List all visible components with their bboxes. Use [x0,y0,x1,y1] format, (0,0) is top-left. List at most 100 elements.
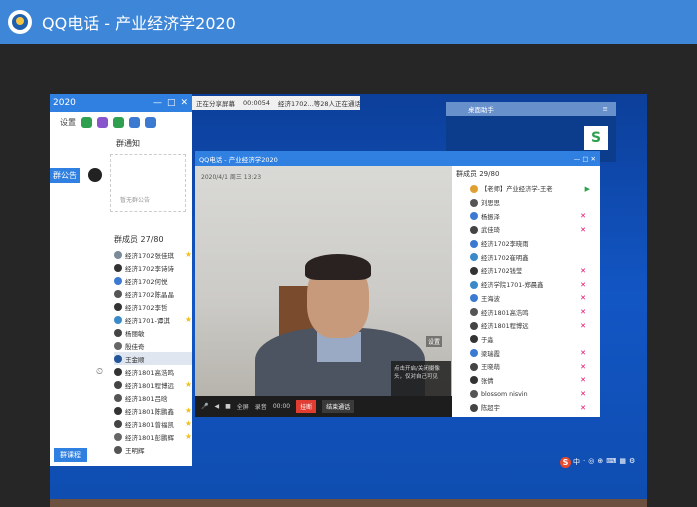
list-item[interactable]: 经济1702陈晶晶 [114,287,192,300]
list-item[interactable]: 殷佳奇 [114,339,192,352]
mic-muted-icon[interactable]: ✕ [580,376,586,384]
video-icon[interactable] [97,116,108,128]
list-item[interactable]: 陈超宇 ✕ [452,401,600,415]
share-info: 经济1702...等28人正在通话 [278,100,360,108]
member-name: 王海波 [481,295,500,303]
list-item[interactable]: 张倩 ✕ [452,374,600,388]
list-item[interactable]: 经济1702钱莹 ✕ [452,264,600,278]
list-item[interactable]: 王明辉 [114,443,192,456]
end-call-button[interactable]: 结束通话 [322,400,355,413]
avatar [114,263,122,272]
minimize-icon[interactable]: — [153,98,162,108]
maximize-icon[interactable]: □ [167,98,176,108]
group-course-button[interactable]: 群课程 [54,448,87,462]
settings-label[interactable]: 设置 [60,117,76,128]
video-timestamp: 2020/4/1 周三 13:23 [201,174,262,181]
hangup-button[interactable]: 挂断 [296,400,317,413]
shared-screen-area: 2020 — □ ✕ 设置 群通知 暂无群公告 群公告 群成员 27/80 经济… [0,44,697,507]
mic-muted-icon[interactable]: ✕ [580,267,586,275]
avatar [470,225,478,234]
app-icon[interactable] [129,116,140,128]
list-item[interactable]: 王金顺 [114,352,192,365]
member-name: 王明辉 [125,446,145,455]
mic-icon[interactable]: 🎤 [201,403,208,410]
list-item[interactable]: 经济1801高浩鸣 [114,365,192,378]
tray-icon[interactable]: 中 [573,457,580,467]
call-member-list: 【老师】产业经济学-王老 ▶ 刘思思 杨振泽 ✕ 武佳琦 ✕ 经济1702李晓雨 经济1702崔… [452,182,600,415]
list-item[interactable]: 经济1801陈鹏鑫 ★ [114,404,192,417]
list-item[interactable]: 经济1801程博远 ★ [114,378,192,391]
mic-muted-icon[interactable]: ✕ [580,281,586,289]
star-icon: ★ [184,315,192,324]
list-item[interactable]: 杨丽敏 [114,326,192,339]
mic-muted-icon[interactable]: ✕ [580,212,586,220]
mic-muted-icon[interactable]: ✕ [580,404,586,412]
list-item[interactable]: 【老师】产业经济学-王老 ▶ [452,182,600,196]
qq-call-header: QQ电话 - 产业经济学2020 — □ ✕ [195,151,600,166]
list-item[interactable]: 武佳琦 ✕ [452,223,600,237]
avatar [470,294,478,303]
avatar [114,432,122,441]
sogou-ime-icon[interactable]: S [560,456,571,468]
mic-muted-icon[interactable]: ✕ [580,363,586,371]
app-logo-icon[interactable]: S [584,126,608,150]
assistant-header: 桌面助手 ≡ [446,102,616,116]
control-item[interactable]: ◀ [214,403,219,410]
window-controls[interactable]: — □ ✕ [574,155,596,163]
member-name: 经济1801曾福凯 [125,420,175,429]
list-item[interactable]: 王晓萌 ✕ [452,360,600,374]
file-icon[interactable] [113,116,124,128]
list-item[interactable]: 杨振泽 ✕ [452,209,600,223]
list-item[interactable]: 经济1702何悦 [114,274,192,287]
phone-icon[interactable] [81,116,92,128]
avatar [114,393,122,402]
tray-icon[interactable]: ⊕ [597,457,603,467]
share-status-label: 正在分享屏幕 [196,100,235,108]
list-item[interactable]: 经济1702崔明鑫 [452,250,600,264]
list-item[interactable]: 经济1702张佳琪 ★ [114,248,192,261]
avatar [114,380,122,389]
star-icon: ★ [184,250,192,259]
mic-muted-icon[interactable]: ✕ [580,390,586,398]
list-item[interactable]: 刘思思 [452,196,600,210]
list-item[interactable]: 经济1702李哲 [114,300,192,313]
list-item[interactable]: 梁瑞霞 ✕ [452,346,600,360]
video-setting-button[interactable]: 设置 [426,336,443,347]
control-item[interactable]: ■ [225,403,231,410]
close-icon[interactable]: ✕ [180,98,188,108]
tray-icon[interactable]: ⚙ [629,457,635,467]
member-name: 经济1801高浩鸣 [125,368,175,377]
list-item[interactable]: 经济1701-谭淇 ★ [114,313,192,326]
tray-icon[interactable]: · [583,457,585,467]
mic-muted-icon[interactable]: ✕ [580,349,586,357]
list-item[interactable]: 王海波 ✕ [452,292,600,306]
mic-muted-icon[interactable]: ✕ [580,308,586,316]
control-item[interactable]: 全屏 [237,402,249,411]
member-name: 经济1702李晓雨 [481,241,529,249]
tray-icon[interactable]: ▦ [619,457,626,467]
video-feed[interactable]: 2020/4/1 周三 13:23 设置 点击开启/关闭摄像头，仅对自己可见 [195,166,452,396]
notice-tab[interactable]: 群公告 [50,168,80,183]
mic-muted-icon[interactable]: ✕ [580,322,586,330]
avatar [470,349,478,358]
control-item[interactable]: 录音 [255,402,267,411]
tray-icon[interactable]: ◎ [588,457,594,467]
list-item[interactable]: 经济1801彭鹏辉 ★ [114,430,192,443]
member-name: 经济1702何悦 [125,277,168,286]
list-item[interactable]: 于淼 [452,333,600,347]
mic-muted-icon[interactable]: ✕ [580,294,586,302]
list-item[interactable]: 经济1801高浩鸣 ✕ [452,305,600,319]
more-icon[interactable] [145,116,156,128]
menu-icon[interactable]: ≡ [603,105,608,113]
list-item[interactable]: 经济1801吕晗 [114,391,192,404]
list-item[interactable]: 经济1702李诗诗 [114,261,192,274]
list-item[interactable]: 经济1702李晓雨 [452,237,600,251]
mic-muted-icon[interactable]: ✕ [580,226,586,234]
tray-icon[interactable]: ⌨ [606,457,616,467]
history-clock-icon[interactable]: ⏲ [96,367,103,377]
avatar[interactable] [88,168,102,182]
list-item[interactable]: 经济1801程博远 ✕ [452,319,600,333]
list-item[interactable]: 经济学院1701-郑晨鑫 ✕ [452,278,600,292]
list-item[interactable]: 经济1801曾福凯 ★ [114,417,192,430]
list-item[interactable]: blossom nisvin ✕ [452,387,600,401]
